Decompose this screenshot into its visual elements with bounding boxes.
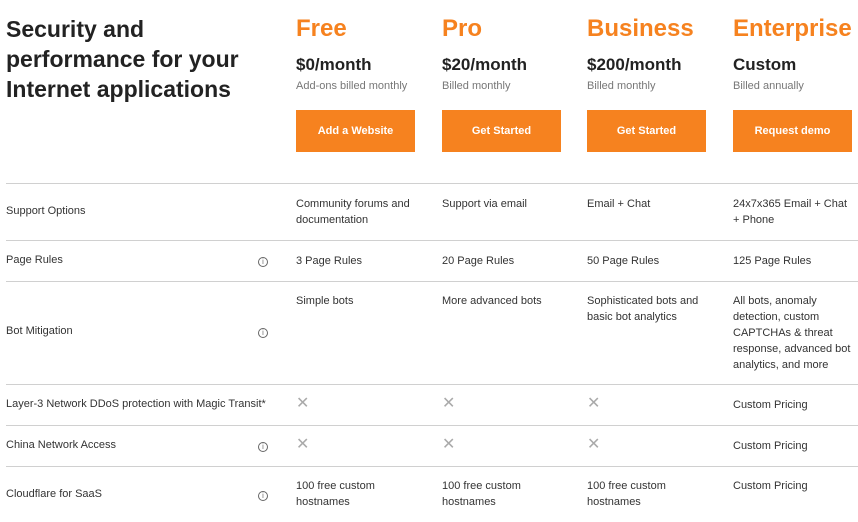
plan-name: Enterprise [733, 15, 852, 42]
plan-business: Business $200/month Billed monthly Get S… [587, 14, 707, 152]
plan-free: Free $0/month Add-ons billed monthly Add… [296, 14, 416, 152]
plan-price: $0/month [296, 55, 372, 74]
close-icon: ✕ [587, 393, 601, 412]
table-cell: 100 free custom hostnames [296, 480, 375, 508]
plan-enterprise: Enterprise Custom Billed annually Reques… [733, 14, 853, 152]
table-row: Layer-3 Network DDoS protection with Mag… [6, 384, 858, 425]
plan-price: $200/month [587, 55, 682, 74]
table-cell: 3 Page Rules [296, 255, 363, 267]
plan-name: Free [296, 15, 347, 42]
close-icon: ✕ [442, 434, 456, 453]
table-cell: 20 Page Rules [442, 255, 515, 267]
page-headline: Security and performance for your Intern… [6, 16, 239, 102]
row-label: China Network Access [6, 439, 117, 451]
table-cell: 50 Page Rules [587, 255, 660, 267]
row-label: Page Rules [6, 254, 63, 266]
table-cell: Sophisticated bots and basic bot analyti… [587, 295, 699, 323]
plan-billing: Billed annually [733, 80, 804, 92]
table-cell: Simple bots [296, 295, 354, 307]
row-label: Layer-3 Network DDoS protection with Mag… [6, 398, 266, 410]
close-icon: ✕ [296, 393, 310, 412]
table-row: Page Rules i 3 Page Rules 20 Page Rules … [6, 240, 858, 281]
table-cell: Custom Pricing [733, 480, 808, 492]
plan-price: $20/month [442, 55, 528, 74]
table-cell: All bots, anomaly detection, custom CAPT… [733, 295, 851, 371]
table-cell: Community forums and documentation [296, 198, 410, 226]
plan-pro: Pro $20/month Billed monthly Get Started [442, 14, 562, 152]
close-icon: ✕ [296, 434, 310, 453]
table-cell: Custom Pricing [733, 440, 808, 452]
row-label: Cloudflare for SaaS [6, 488, 102, 500]
close-icon: ✕ [587, 434, 601, 453]
table-row: Cloudflare for SaaS i 100 free custom ho… [6, 466, 858, 522]
plan-billing: Billed monthly [442, 80, 511, 92]
plan-name: Business [587, 15, 694, 42]
table-row: Support Options Community forums and doc… [6, 183, 858, 240]
info-icon[interactable]: i [258, 442, 268, 452]
plan-billing: Add-ons billed monthly [296, 80, 408, 92]
row-label: Support Options [6, 205, 86, 217]
info-icon[interactable]: i [258, 491, 268, 501]
add-website-button[interactable]: Add a Website [296, 110, 415, 152]
table-row: Bot Mitigation i Simple bots More advanc… [6, 281, 858, 384]
table-cell: Custom Pricing [733, 399, 808, 411]
table-cell: 100 free custom hostnames [587, 480, 666, 508]
table-row: China Network Access i ✕ ✕ ✕ Custom Pric… [6, 425, 858, 466]
info-icon[interactable]: i [258, 257, 268, 267]
table-cell: Email + Chat [587, 198, 651, 210]
row-label: Bot Mitigation [6, 325, 73, 337]
info-icon[interactable]: i [258, 328, 268, 338]
close-icon: ✕ [442, 393, 456, 412]
request-demo-button[interactable]: Request demo [733, 110, 852, 152]
plan-price: Custom [733, 55, 797, 74]
feature-table: Support Options Community forums and doc… [6, 183, 858, 522]
get-started-pro-button[interactable]: Get Started [442, 110, 561, 152]
plan-name: Pro [442, 15, 483, 42]
table-cell: More advanced bots [442, 295, 542, 307]
table-cell: Support via email [442, 198, 527, 210]
plan-billing: Billed monthly [587, 80, 656, 92]
table-cell: 24x7x365 Email + Chat + Phone [733, 198, 848, 226]
table-cell: 125 Page Rules [733, 255, 812, 267]
get-started-business-button[interactable]: Get Started [587, 110, 706, 152]
table-cell: 100 free custom hostnames [442, 480, 521, 508]
